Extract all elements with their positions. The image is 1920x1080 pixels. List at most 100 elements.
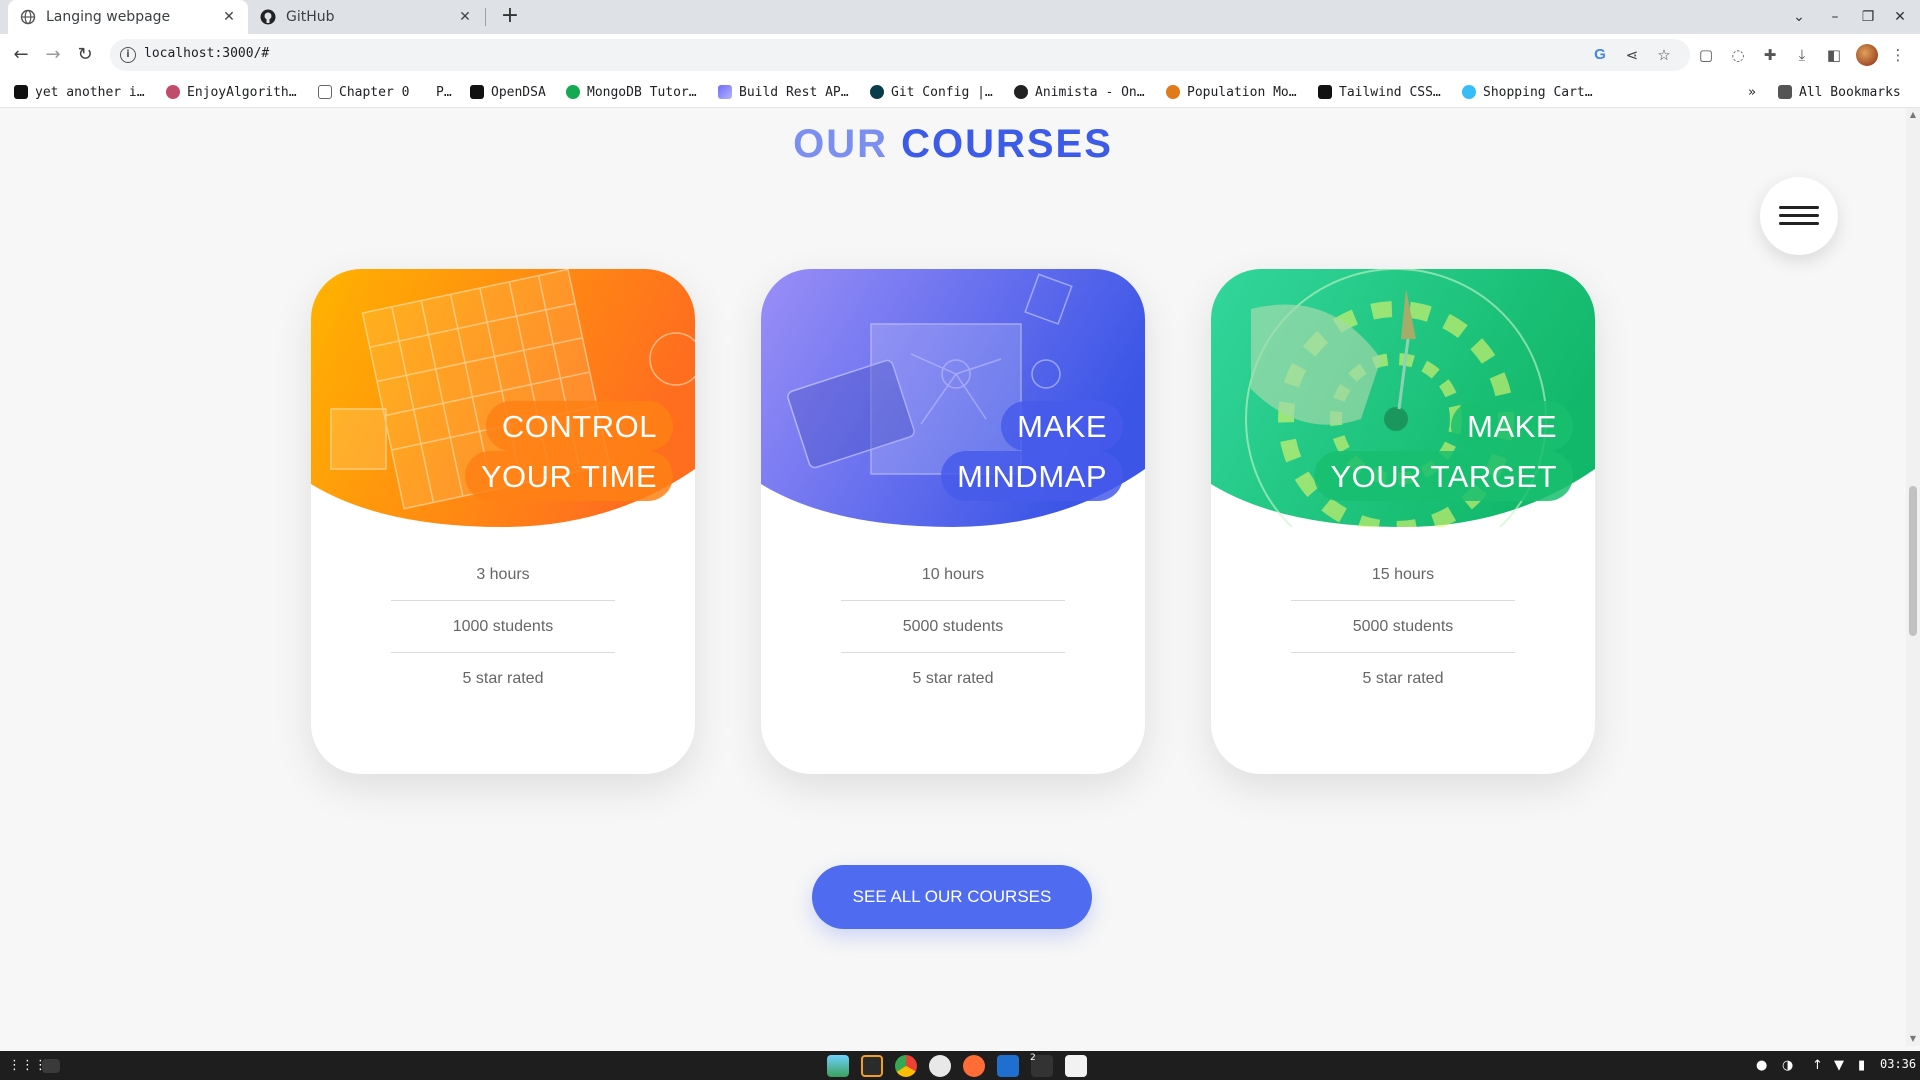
extensions-puzzle-icon[interactable]: ✚ <box>1760 45 1780 65</box>
bookmark-item[interactable]: EnjoyAlgorith… <box>166 83 297 101</box>
course-stats: 10 hours 5000 students 5 star rated <box>841 549 1065 705</box>
site-info-icon[interactable]: i <box>120 47 136 63</box>
extension-icon[interactable]: ◌ <box>1728 45 1748 65</box>
close-tab-icon[interactable]: ✕ <box>220 8 238 26</box>
tab-search-chevron-icon[interactable]: ⌄ <box>1788 6 1810 28</box>
site-icon <box>718 85 732 99</box>
bookmark-star-icon[interactable]: ☆ <box>1654 45 1674 65</box>
site-icon <box>470 85 484 99</box>
bookmark-item[interactable]: P… <box>436 83 452 101</box>
forward-icon[interactable]: → <box>41 43 65 67</box>
upload-icon[interactable]: ↑ <box>1812 1057 1823 1075</box>
course-stats: 3 hours 1000 students 5 star rated <box>391 549 615 705</box>
course-title-line1: MAKE <box>1451 401 1573 451</box>
course-title: MAKE MINDMAP <box>941 401 1123 501</box>
close-tab-icon[interactable]: ✕ <box>456 8 474 26</box>
bookmark-item[interactable]: Shopping Cart… <box>1462 83 1593 101</box>
tailwind-icon <box>1462 85 1476 99</box>
site-icon <box>1014 85 1028 99</box>
google-icon[interactable]: G <box>1590 45 1610 65</box>
new-tab-button[interactable]: + <box>497 4 523 30</box>
bookmark-item[interactable]: MongoDB Tutor… <box>566 83 697 101</box>
course-students: 5000 students <box>1291 601 1515 653</box>
back-icon[interactable]: ← <box>9 43 33 67</box>
app-icon[interactable] <box>997 1055 1019 1077</box>
globe-icon <box>20 9 36 25</box>
wifi-icon[interactable]: ▼ <box>1834 1057 1844 1075</box>
section-heading: OUR COURSES <box>0 122 1906 167</box>
reload-icon[interactable]: ↻ <box>73 43 97 67</box>
tab-separator <box>485 8 486 26</box>
course-card[interactable]: MAKE YOUR TARGET 15 hours 5000 students … <box>1211 269 1595 774</box>
course-duration: 3 hours <box>391 549 615 601</box>
tab-bar: Langing webpage ✕ GitHub ✕ + ⌄ – ❐ ✕ <box>0 0 1920 34</box>
bookmark-item[interactable]: Chapter 0 <box>318 83 409 101</box>
side-panel-icon[interactable]: ◧ <box>1824 45 1844 65</box>
scroll-up-arrow-icon[interactable]: ▲ <box>1909 110 1917 119</box>
menu-line <box>1779 206 1819 209</box>
bookmark-item[interactable]: Git Config |… <box>870 83 993 101</box>
course-card[interactable]: MAKE MINDMAP 10 hours 5000 students 5 st… <box>761 269 1145 774</box>
close-window-icon[interactable]: ✕ <box>1889 6 1911 28</box>
heading-part2: COURSES <box>901 122 1113 166</box>
scroll-down-arrow-icon[interactable]: ▼ <box>1909 1034 1917 1043</box>
see-all-courses-button[interactable]: SEE ALL OUR COURSES <box>812 865 1092 929</box>
scrollbar-thumb[interactable] <box>1909 486 1917 636</box>
bookmark-item[interactable]: Tailwind CSS… <box>1318 83 1441 101</box>
bookmarks-bar: yet another i… EnjoyAlgorith… Chapter 0 … <box>0 76 1920 108</box>
tab-title: Langing webpage <box>46 9 171 25</box>
home-icon[interactable] <box>42 1059 60 1073</box>
course-title-line2: YOUR TIME <box>464 451 673 501</box>
editor-app-icon[interactable] <box>861 1055 883 1077</box>
course-title-line2: MINDMAP <box>941 451 1123 501</box>
course-title-line2: YOUR TARGET <box>1314 451 1573 501</box>
course-students: 5000 students <box>841 601 1065 653</box>
address-bar[interactable]: i localhost:3000/# G ⋖ ☆ <box>110 39 1690 71</box>
course-duration: 15 hours <box>1291 549 1515 601</box>
workspace-badge: 2 <box>1030 1053 1036 1063</box>
os-taskbar: ⋮⋮⋮ 2 ● ◑ ↑ ▼ ▮ 03:36 <box>0 1051 1920 1080</box>
share-icon[interactable]: ⋖ <box>1622 45 1642 65</box>
menu-line <box>1779 214 1819 217</box>
url-text[interactable]: localhost:3000/# <box>144 46 269 61</box>
tab-github[interactable]: GitHub ✕ <box>248 0 484 34</box>
user-icon[interactable]: ● <box>1756 1057 1767 1075</box>
bookmark-item[interactable]: Population Mo… <box>1166 83 1297 101</box>
page-scrollbar[interactable]: ▲ ▼ <box>1906 108 1920 1046</box>
app-icon[interactable] <box>929 1055 951 1077</box>
course-title-line1: MAKE <box>1001 401 1123 451</box>
bookmark-item[interactable]: yet another i… <box>14 83 145 101</box>
profile-avatar[interactable] <box>1856 44 1878 66</box>
bookmark-item[interactable]: OpenDSA <box>470 83 546 101</box>
bookmarks-overflow-button[interactable]: » <box>1748 83 1756 101</box>
postman-app-icon[interactable] <box>963 1055 985 1077</box>
bookmark-item[interactable]: Animista - On… <box>1014 83 1145 101</box>
chrome-app-icon[interactable] <box>895 1055 917 1077</box>
course-image: MAKE YOUR TARGET <box>1211 269 1595 527</box>
battery-icon[interactable]: ▮ <box>1858 1057 1865 1075</box>
all-bookmarks-button[interactable]: All Bookmarks <box>1778 83 1901 101</box>
page-content: OUR COURSES CONTROL YOUR TIME 3 hours 10… <box>0 108 1906 1046</box>
minimize-icon[interactable]: – <box>1824 6 1846 28</box>
course-duration: 10 hours <box>841 549 1065 601</box>
course-stats: 15 hours 5000 students 5 star rated <box>1291 549 1515 705</box>
bookmark-item[interactable]: Build Rest AP… <box>718 83 849 101</box>
clock: 03:36 <box>1880 1057 1917 1071</box>
site-icon <box>166 85 180 99</box>
course-image: MAKE MINDMAP <box>761 269 1145 527</box>
files-app-icon[interactable] <box>827 1055 849 1077</box>
more-menu-icon[interactable]: ⋮ <box>1888 45 1908 65</box>
browser-toolbar: ← → ↻ i localhost:3000/# G ⋖ ☆ ▢ ◌ ✚ ⤓ ◧… <box>0 34 1920 76</box>
tab-langing-webpage[interactable]: Langing webpage ✕ <box>8 0 248 34</box>
download-icon[interactable]: ⤓ <box>1792 45 1812 65</box>
hamburger-menu-button[interactable] <box>1760 177 1838 255</box>
course-rating: 5 star rated <box>462 670 544 687</box>
app-tray-icon[interactable]: ◑ <box>1782 1057 1793 1075</box>
site-icon <box>870 85 884 99</box>
course-card[interactable]: CONTROL YOUR TIME 3 hours 1000 students … <box>311 269 695 774</box>
extension-icon[interactable]: ▢ <box>1696 45 1716 65</box>
restore-icon[interactable]: ❐ <box>1857 6 1879 28</box>
document-app-icon[interactable] <box>1065 1055 1087 1077</box>
github-icon <box>260 9 276 25</box>
folder-icon <box>1778 85 1792 99</box>
